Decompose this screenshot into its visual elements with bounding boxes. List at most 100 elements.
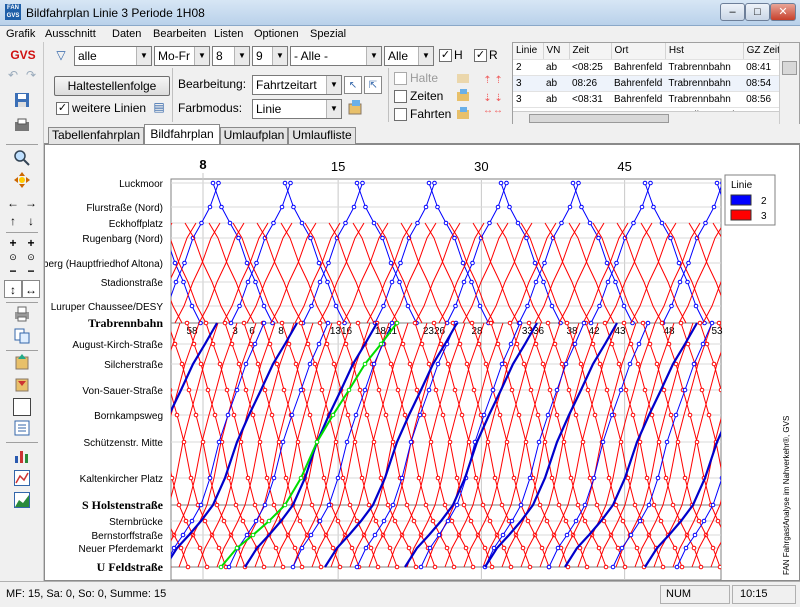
tab-umlaufliste[interactable]: Umlaufliste — [288, 127, 356, 144]
print-preview-icon[interactable] — [13, 118, 31, 136]
arrow-right-icon[interactable]: → — [22, 194, 40, 212]
line-3-stop — [184, 320, 190, 326]
bar-chart-icon[interactable] — [13, 448, 31, 466]
line-3-stop — [723, 533, 727, 537]
weitere-linien-checkbox[interactable]: ✓ — [56, 102, 69, 115]
line-3-stop — [537, 502, 543, 508]
h-checkbox[interactable]: ✓ — [439, 49, 452, 62]
menu-ausschnitt[interactable]: Ausschnitt — [45, 26, 96, 42]
print-icon[interactable] — [13, 306, 31, 324]
days-select[interactable]: Mo-Fr ▼ — [154, 46, 210, 66]
column-header[interactable]: Zeit — [569, 43, 612, 60]
farbmodus-select[interactable]: Linie ▼ — [252, 99, 342, 119]
export-icon[interactable] — [13, 354, 31, 372]
menu-optionen[interactable]: Optionen — [254, 26, 299, 42]
line-3-trip — [680, 322, 721, 471]
cursor-multi-tool-icon[interactable]: ⇱ — [364, 76, 382, 94]
redo-icon[interactable]: ↷ — [22, 66, 40, 84]
fit-vertical-icon[interactable]: ↕ — [4, 280, 22, 298]
column-header[interactable]: Linie — [513, 43, 544, 60]
zeiten-label: Zeiten — [410, 89, 444, 103]
line-3-stop — [276, 439, 282, 445]
line-2-stop — [563, 361, 569, 367]
save-icon[interactable] — [13, 92, 31, 110]
pan-icon[interactable] — [13, 172, 31, 190]
arrow-left-icon[interactable]: ← — [4, 194, 22, 212]
hour-from-select[interactable]: 8 ▼ — [212, 46, 250, 66]
vertical-scrollbar[interactable] — [779, 43, 799, 125]
filter-select[interactable]: alle ▼ — [74, 46, 152, 66]
line-3-stop — [311, 545, 317, 551]
column-header[interactable]: VN — [543, 43, 570, 60]
horizontal-scrollbar[interactable] — [513, 111, 779, 125]
table-row[interactable]: 2 ab <08:25 Bahrenfeld Trabrennbahn 08:41 — [513, 59, 790, 76]
line-2-stop — [596, 235, 601, 241]
direction-select[interactable]: Alle ▼ — [384, 46, 434, 66]
maximize-button[interactable]: □ — [745, 3, 770, 21]
line-list-icon[interactable]: ▤ — [150, 98, 168, 116]
hour-to-select[interactable]: 9 ▼ — [252, 46, 288, 66]
zeiten-settings-icon[interactable] — [454, 88, 472, 106]
zoom-out-x-icon[interactable]: − — [4, 262, 22, 280]
column-header[interactable]: Hst — [665, 43, 744, 60]
bearbeitung-select[interactable]: Fahrtzeitart ▼ — [252, 75, 342, 95]
halte-settings-icon[interactable] — [454, 70, 472, 88]
station-label: Bernstorffstraße — [91, 531, 163, 542]
arrow-up-icon[interactable]: ↑ — [4, 212, 22, 230]
zoom-out-y-icon[interactable]: − — [22, 262, 40, 280]
undo-icon[interactable]: ↶ — [4, 66, 22, 84]
haltestellenfolge-button[interactable]: Haltestellenfolge — [54, 76, 170, 96]
chevron-down-icon: ▼ — [194, 47, 209, 65]
r-checkbox[interactable]: ✓ — [474, 49, 487, 62]
line-3-stop — [509, 387, 515, 393]
route-select[interactable]: - Alle - ▼ — [290, 46, 382, 66]
fit-horizontal-icon[interactable]: ↔ — [22, 280, 40, 298]
list-icon[interactable] — [13, 420, 31, 438]
table-row[interactable]: 3 ab 08:26 Bahrenfeld Trabrennbahn 08:54 — [513, 75, 790, 92]
line-2-stop — [750, 280, 754, 284]
line-3-stop — [679, 564, 685, 570]
close-button[interactable]: ✕ — [770, 3, 796, 21]
line-chart-icon[interactable] — [13, 470, 31, 488]
line-2-stop — [673, 412, 679, 418]
line-3-stop — [274, 361, 280, 367]
cursor-tool-icon[interactable]: ↖ — [344, 76, 362, 94]
halte-checkbox[interactable] — [394, 72, 407, 85]
minimize-button[interactable]: – — [720, 3, 745, 21]
halte-label: Halte — [410, 71, 439, 85]
tab-bildfahrplan[interactable]: Bildfahrplan — [144, 124, 220, 145]
arrow-down-icon[interactable]: ↓ — [22, 212, 40, 230]
copy-icon[interactable] — [13, 328, 31, 346]
line-2-stop — [600, 439, 606, 445]
menu-grafik[interactable]: Grafik — [6, 26, 35, 42]
color-settings-icon[interactable] — [346, 99, 364, 117]
menu-bearbeiten[interactable]: Bearbeiten — [153, 26, 206, 42]
line-2-stop — [198, 502, 204, 508]
blank-frame-icon[interactable] — [13, 398, 31, 416]
zeiten-checkbox[interactable] — [394, 90, 407, 103]
import-icon[interactable] — [13, 376, 31, 394]
fahrten-checkbox[interactable] — [394, 108, 407, 121]
expand-vertical-icon[interactable]: ⇡ ⇡ ⇣ ⇣ — [478, 72, 508, 104]
line-3-trip — [45, 323, 66, 567]
line-3-trip — [751, 223, 796, 323]
line-3-stop — [212, 412, 218, 418]
tab-tabellenfahrplan[interactable]: Tabellenfahrplan — [48, 127, 144, 144]
menu-spezial[interactable]: Spezial — [310, 26, 346, 42]
line-3-stop — [312, 361, 318, 367]
column-header[interactable]: Ort — [611, 43, 666, 60]
menu-daten[interactable]: Daten — [112, 26, 141, 42]
filter-icon[interactable]: ▽ — [52, 46, 70, 64]
line-2-stop — [236, 235, 241, 241]
tab-umlaufplan[interactable]: Umlaufplan — [220, 127, 288, 144]
timetable-chart[interactable]: 8 15 30 45 Luckmoor Flurstraße (Nord) Eckhoffp… — [44, 144, 800, 581]
expand-horizontal-icon[interactable]: ↔↔ — [476, 102, 510, 120]
table-row[interactable]: 3 ab <08:31 Bahrenfeld Trabrennbahn 08:56 — [513, 91, 790, 108]
fahrten-settings-icon[interactable] — [454, 106, 472, 124]
line-3-stop — [178, 545, 184, 551]
line-2-trip — [676, 479, 721, 568]
area-chart-icon[interactable] — [13, 492, 31, 510]
menu-listen[interactable]: Listen — [214, 26, 243, 42]
line-2-stop — [793, 181, 797, 185]
zoom-icon[interactable] — [13, 150, 31, 168]
